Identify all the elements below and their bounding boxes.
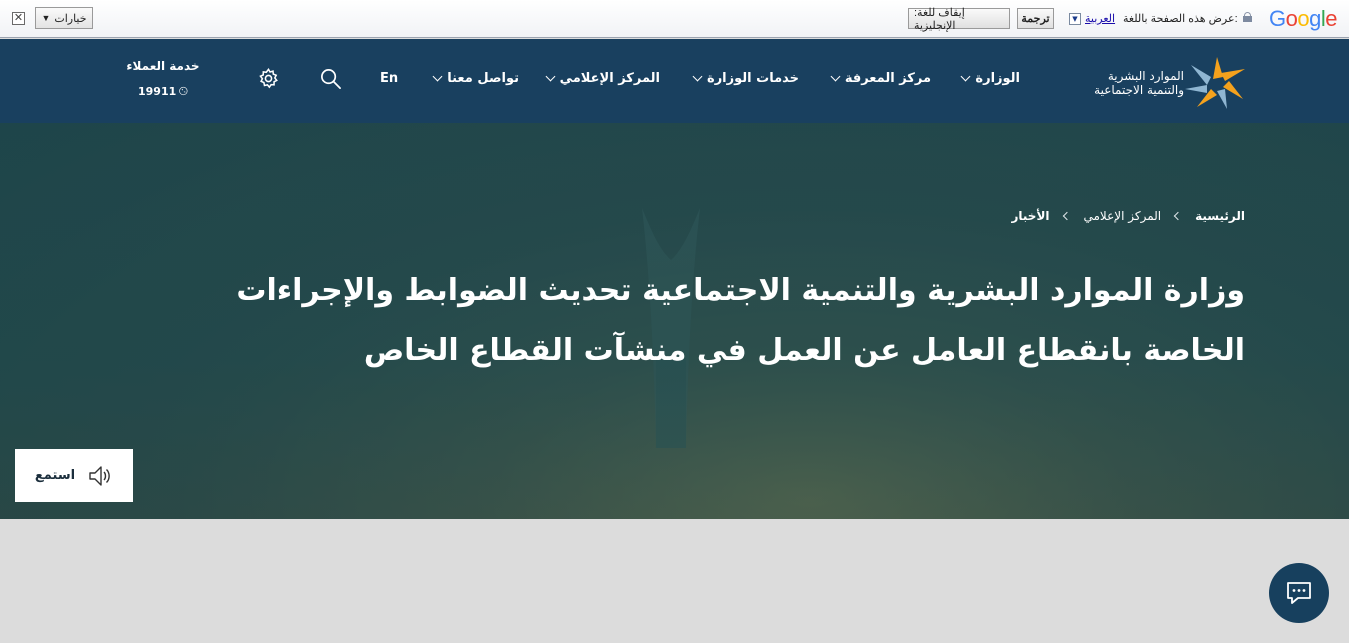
logo-text[interactable]: الموارد البشرية والتنمية الاجتماعية [1094,69,1184,97]
chevron-down-icon [960,71,971,82]
chat-button[interactable] [1269,563,1329,623]
nav-ministry[interactable]: الوزارة [960,71,1020,86]
nav-label: مركز المعرفة [844,71,931,86]
nav-media-center[interactable]: المركز الإعلامي [545,71,660,86]
listen-button[interactable]: استمع [15,449,133,502]
dropdown-arrow-icon: ▼ [41,13,51,23]
logo-line-2: والتنمية الاجتماعية [1094,83,1184,97]
logo-line-1: الموارد البشرية [1107,69,1184,83]
breadcrumb-news: الأخبار [1011,209,1050,223]
gear-icon[interactable] [257,67,280,90]
nav-label: خدمات الوزارة [707,71,799,86]
nav-ministry-services[interactable]: خدمات الوزارة [692,71,799,86]
ministry-logo-icon[interactable] [1183,55,1247,111]
phone-icon [179,86,188,96]
chevron-down-icon [692,71,703,82]
language-select[interactable]: العربية [1085,12,1115,25]
translate-button[interactable]: ترجمة [1017,8,1054,29]
close-icon[interactable]: ✕ [12,12,25,25]
chevron-down-icon [432,71,443,82]
nav-label: المركز الإعلامي [559,71,660,86]
chevron-down-icon [830,71,841,82]
listen-label: استمع [34,468,76,483]
language-toggle[interactable]: En [380,71,398,86]
breadcrumb-home[interactable]: الرئيسية [1195,209,1245,223]
speaker-icon [89,465,110,486]
google-logo: Google [1268,6,1338,31]
nav-contact-us[interactable]: تواصل معنا [432,71,519,86]
nav-knowledge-center[interactable]: مركز المعرفة [830,71,931,86]
chevron-down-icon [545,71,556,82]
breadcrumb: الرئيسية المركز الإعلامي الأخبار [1011,209,1245,223]
nav-label: الوزارة [975,71,1020,86]
customer-service-number: 19911 [138,84,177,98]
language-dropdown-icon[interactable]: ▼ [1069,13,1081,25]
breadcrumb-chevron-icon [1173,211,1183,221]
turn-off-translation-button[interactable]: إيقاف للغة: الإنجليزية [908,7,1010,32]
chat-icon [1287,582,1311,604]
site-header: الموارد البشرية والتنمية الاجتماعية الوز… [0,39,1349,123]
customer-service-phone[interactable]: 19911 [138,83,188,99]
page-title: وزارة الموارد البشرية والتنمية الاجتماعي… [236,273,1245,368]
options-label: خيارات [54,12,87,25]
options-button[interactable]: خيارات ▼ [35,7,93,29]
lock-icon [1243,12,1252,22]
hero-banner: الرئيسية المركز الإعلامي الأخبار وزارة ا… [0,123,1349,519]
nav-label: تواصل معنا [447,71,519,86]
translate-bar: ✕ خيارات ▼ إيقاف للغة: الإنجليزية ترجمة … [0,0,1349,38]
view-page-in-label: عرض هذه الصفحة باللغة: [1123,13,1238,25]
search-icon[interactable] [319,67,342,90]
breadcrumb-media-center[interactable]: المركز الإعلامي [1084,209,1162,223]
breadcrumb-chevron-icon [1062,211,1071,221]
customer-service-title[interactable]: خدمة العملاء [120,59,206,73]
